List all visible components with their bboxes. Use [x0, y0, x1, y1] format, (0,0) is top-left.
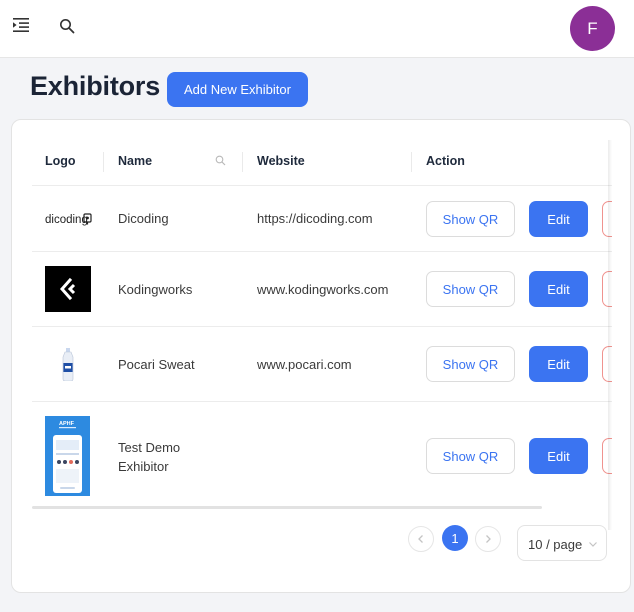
app-screenshot-logo: APHF	[45, 416, 90, 496]
exhibitor-website: www.kodingworks.com	[257, 282, 389, 297]
svg-text:APHF: APHF	[59, 421, 75, 427]
pagination-prev-button[interactable]	[408, 526, 434, 552]
column-header-logo: Logo	[45, 154, 76, 168]
edit-button[interactable]: Edit	[529, 346, 588, 382]
edit-button[interactable]: Edit	[529, 271, 588, 307]
column-divider	[411, 152, 412, 172]
column-divider	[242, 152, 243, 172]
exhibitors-card: Logo Name Website Action dicoding Dicodi…	[11, 119, 631, 593]
avatar[interactable]: F	[570, 6, 615, 51]
pagination-page-1[interactable]: 1	[442, 525, 468, 551]
top-bar: F	[0, 0, 634, 58]
column-header-action: Action	[426, 154, 465, 168]
chevron-right-icon	[486, 535, 491, 543]
table-scroll-shadow	[608, 140, 612, 530]
show-qr-button[interactable]: Show QR	[426, 201, 515, 237]
column-divider	[103, 152, 104, 172]
svg-text:dicoding: dicoding	[45, 214, 88, 226]
exhibitor-website: https://dicoding.com	[257, 211, 373, 226]
page-size-label: 10 / page	[528, 537, 583, 552]
show-qr-button[interactable]: Show QR	[426, 438, 515, 474]
table-row: Kodingworks www.kodingworks.com Show QR …	[32, 252, 612, 327]
exhibitor-name: Pocari Sweat	[118, 357, 195, 372]
table-row: Pocari Sweat www.pocari.com Show QR Edit	[32, 327, 612, 402]
dicoding-logo: dicoding	[45, 212, 92, 226]
edit-button[interactable]: Edit	[529, 201, 588, 237]
column-search-icon[interactable]	[215, 155, 226, 166]
search-icon[interactable]	[59, 18, 75, 34]
menu-indent-icon[interactable]	[12, 16, 30, 34]
column-header-website: Website	[257, 154, 305, 168]
edit-button[interactable]: Edit	[529, 438, 588, 474]
exhibitor-website: www.pocari.com	[257, 357, 352, 372]
show-qr-button[interactable]: Show QR	[426, 346, 515, 382]
table-row: dicoding Dicoding https://dicoding.com S…	[32, 186, 612, 252]
kodingworks-logo	[45, 266, 91, 312]
page-size-select[interactable]: 10 / page	[517, 525, 607, 561]
horizontal-scrollbar[interactable]	[32, 506, 542, 509]
pocari-bottle-logo	[62, 348, 74, 382]
exhibitor-name: Dicoding	[118, 211, 169, 226]
column-header-name: Name	[118, 154, 153, 168]
chevron-down-icon	[589, 542, 597, 547]
pagination-next-button[interactable]	[475, 526, 501, 552]
add-exhibitor-button[interactable]: Add New Exhibitor	[167, 72, 308, 107]
table-row: APHF Test Demo Exhibitor Show QR Edit	[32, 402, 612, 510]
show-qr-button[interactable]: Show QR	[426, 271, 515, 307]
exhibitor-name: Exhibitor	[118, 459, 169, 474]
exhibitor-name: Kodingworks	[118, 282, 193, 297]
chevron-left-icon	[418, 535, 423, 543]
exhibitor-name: Test Demo	[118, 440, 181, 455]
table-header: Logo Name Website Action	[32, 140, 612, 186]
exhibitors-table: Logo Name Website Action dicoding Dicodi…	[32, 140, 612, 530]
page-title: Exhibitors	[30, 71, 161, 101]
